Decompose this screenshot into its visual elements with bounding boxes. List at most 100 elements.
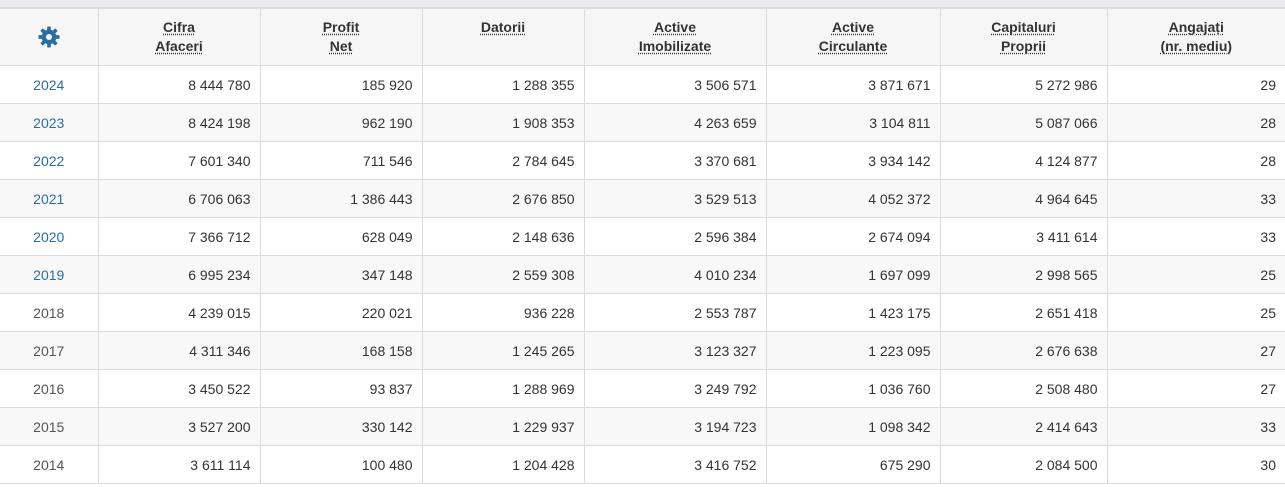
value-cell: 3 871 671: [765, 65, 941, 104]
column-header-cifra-afaceri[interactable]: Cifra Afaceri: [97, 8, 261, 66]
value-cell: 28: [1106, 141, 1285, 180]
financial-table: Cifra Afaceri Profit Net Datorii Active …: [0, 8, 1285, 484]
value-cell: 2 508 480: [939, 369, 1108, 408]
value-cell: 25: [1106, 255, 1285, 294]
table-row: 2022 7 601 340 711 546 2 784 645 3 370 681 3 …: [0, 141, 1285, 180]
value-cell: 1 245 265: [421, 331, 585, 370]
value-cell: 3 934 142: [765, 141, 941, 180]
value-cell: 4 052 372: [765, 179, 941, 218]
value-cell: 3 194 723: [583, 407, 767, 446]
column-header-active-circulante[interactable]: Active Circulante: [765, 8, 941, 66]
value-cell: 220 021: [259, 293, 423, 332]
value-cell: 3 611 114: [97, 445, 261, 484]
value-cell: 3 370 681: [583, 141, 767, 180]
value-cell: 2 414 643: [939, 407, 1108, 446]
value-cell: 2 553 787: [583, 293, 767, 332]
value-cell: 6 706 063: [97, 179, 261, 218]
value-cell: 1 697 099: [765, 255, 941, 294]
value-cell: 2 596 384: [583, 217, 767, 256]
value-cell: 3 411 614: [939, 217, 1108, 256]
value-cell: 2 559 308: [421, 255, 585, 294]
value-cell: 4 311 346: [97, 331, 261, 370]
column-header-capitaluri-proprii[interactable]: Capitaluri Proprii: [939, 8, 1108, 66]
value-cell: 1 288 355: [421, 65, 585, 104]
table-row: 2020 7 366 712 628 049 2 148 636 2 596 384 2 …: [0, 217, 1285, 256]
column-header-datorii[interactable]: Datorii: [421, 8, 585, 66]
year-label: 2015: [0, 407, 99, 446]
value-cell: 3 450 522: [97, 369, 261, 408]
value-cell: 185 920: [259, 65, 423, 104]
settings-header-cell[interactable]: [0, 8, 99, 66]
header-row: Cifra Afaceri Profit Net Datorii Active …: [0, 8, 1285, 66]
value-cell: 4 263 659: [583, 103, 767, 142]
value-cell: 3 249 792: [583, 369, 767, 408]
value-cell: 2 674 094: [765, 217, 941, 256]
value-cell: 3 506 571: [583, 65, 767, 104]
column-header-profit-net[interactable]: Profit Net: [259, 8, 423, 66]
top-strip: [0, 0, 1285, 8]
value-cell: 2 998 565: [939, 255, 1108, 294]
value-cell: 4 124 877: [939, 141, 1108, 180]
value-cell: 2 651 418: [939, 293, 1108, 332]
value-cell: 1 098 342: [765, 407, 941, 446]
value-cell: 330 142: [259, 407, 423, 446]
column-header-line2: Circulante: [818, 38, 888, 54]
value-cell: 711 546: [259, 141, 423, 180]
value-cell: 4 010 234: [583, 255, 767, 294]
value-cell: 8 424 198: [97, 103, 261, 142]
value-cell: 5 272 986: [939, 65, 1108, 104]
year-link[interactable]: 2023: [0, 103, 99, 142]
value-cell: 6 995 234: [97, 255, 261, 294]
year-label: 2018: [0, 293, 99, 332]
value-cell: 628 049: [259, 217, 423, 256]
value-cell: 3 529 513: [583, 179, 767, 218]
value-cell: 347 148: [259, 255, 423, 294]
table-row: 2021 6 706 063 1 386 443 2 676 850 3 529 513…: [0, 179, 1285, 218]
value-cell: 25: [1106, 293, 1285, 332]
table-row: 2019 6 995 234 347 148 2 559 308 4 010 234 1 …: [0, 255, 1285, 294]
value-cell: 3 527 200: [97, 407, 261, 446]
year-link[interactable]: 2021: [0, 179, 99, 218]
value-cell: 93 837: [259, 369, 423, 408]
column-header-active-imobilizate[interactable]: Active Imobilizate: [583, 8, 767, 66]
year-link[interactable]: 2022: [0, 141, 99, 180]
table-row: 2024 8 444 780 185 920 1 288 355 3 506 571 3 …: [0, 65, 1285, 104]
value-cell: 28: [1106, 103, 1285, 142]
value-cell: 1 204 428: [421, 445, 585, 484]
value-cell: 4 964 645: [939, 179, 1108, 218]
value-cell: 33: [1106, 217, 1285, 256]
value-cell: 3 104 811: [765, 103, 941, 142]
value-cell: 30: [1106, 445, 1285, 484]
column-header-line2: Afaceri: [155, 38, 203, 54]
value-cell: 2 148 636: [421, 217, 585, 256]
value-cell: 962 190: [259, 103, 423, 142]
value-cell: 1 386 443: [259, 179, 423, 218]
value-cell: 2 676 850: [421, 179, 585, 218]
column-header-line1: Cifra: [163, 19, 195, 35]
value-cell: 2 084 500: [939, 445, 1108, 484]
column-header-angajati[interactable]: Angajați (nr. mediu): [1106, 8, 1285, 66]
table-row: 2018 4 239 015 220 021 936 228 2 553 787 1 42…: [0, 293, 1285, 332]
table-body: 2024 8 444 780 185 920 1 288 355 3 506 571 3 …: [0, 65, 1285, 484]
year-link[interactable]: 2024: [0, 65, 99, 104]
column-header-line1: Profit: [322, 19, 360, 35]
value-cell: 675 290: [765, 445, 941, 484]
value-cell: 4 239 015: [97, 293, 261, 332]
value-cell: 5 087 066: [939, 103, 1108, 142]
year-label: 2016: [0, 369, 99, 408]
value-cell: 33: [1106, 407, 1285, 446]
year-link[interactable]: 2020: [0, 217, 99, 256]
column-header-line1: Capitaluri: [991, 19, 1056, 35]
value-cell: 2 676 638: [939, 331, 1108, 370]
column-header-line2: Proprii: [1000, 38, 1047, 54]
value-cell: 8 444 780: [97, 65, 261, 104]
column-header-line1: Datorii: [480, 19, 526, 35]
gear-icon[interactable]: [38, 26, 60, 48]
table-row: 2017 4 311 346 168 158 1 245 265 3 123 327 1 …: [0, 331, 1285, 370]
year-label: 2017: [0, 331, 99, 370]
value-cell: 1 288 969: [421, 369, 585, 408]
value-cell: 29: [1106, 65, 1285, 104]
value-cell: 2 784 645: [421, 141, 585, 180]
year-link[interactable]: 2019: [0, 255, 99, 294]
table-row: 2015 3 527 200 330 142 1 229 937 3 194 723 1 …: [0, 407, 1285, 446]
